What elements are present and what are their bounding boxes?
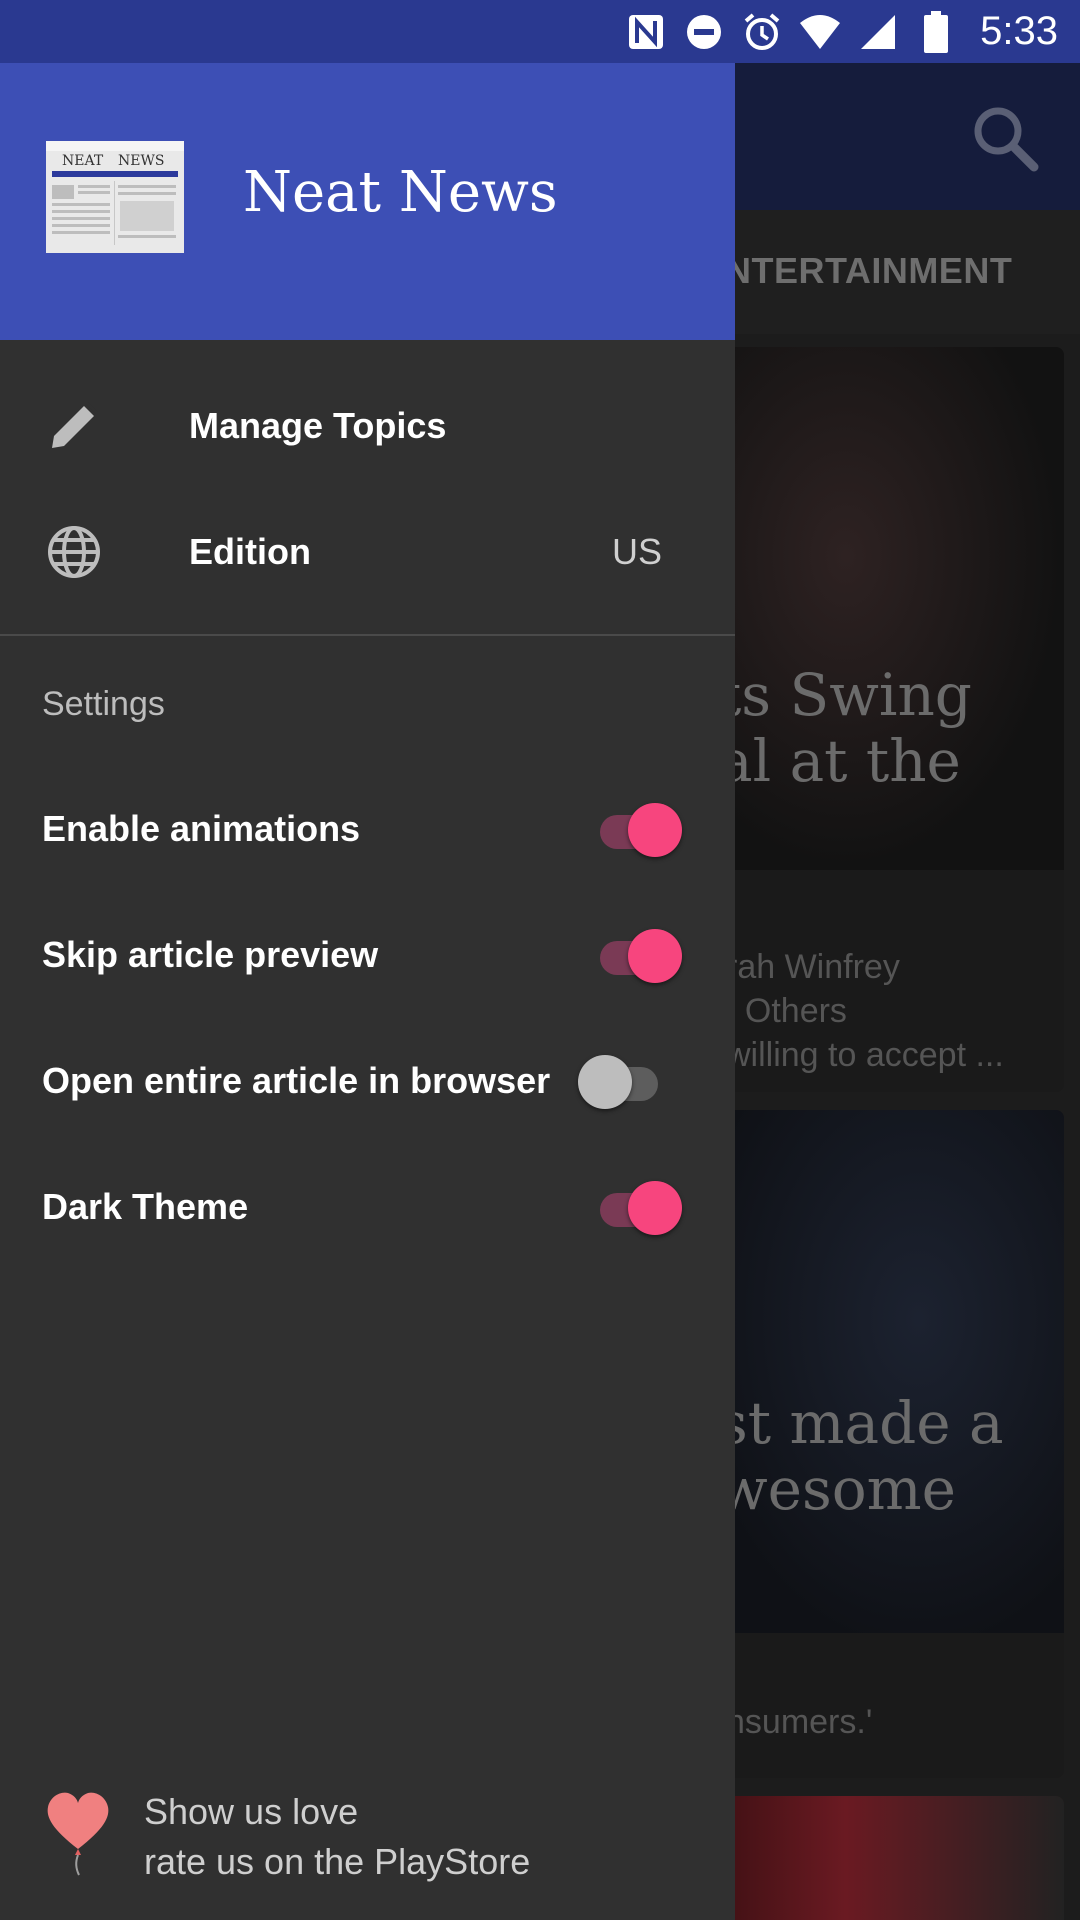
nfc-icon — [624, 10, 668, 54]
globe-icon — [44, 522, 104, 582]
card-image — [700, 1110, 1064, 1633]
alarm-icon — [740, 10, 784, 54]
dark-theme-toggle[interactable] — [592, 1179, 684, 1235]
card-headline: st made a wesome — [718, 1389, 1004, 1523]
news-card[interactable]: st made a wesome nsumers.' — [700, 1110, 1064, 1778]
setting-open-in-browser[interactable]: Open entire article in browser — [0, 1018, 735, 1144]
svg-text:NEAT: NEAT — [62, 153, 104, 169]
status-bar: 5:33 — [0, 0, 1080, 63]
svg-text:NEWS: NEWS — [118, 153, 164, 169]
edition-value: US — [611, 531, 662, 572]
navigation-drawer: NEAT NEWS Neat News Manage Topics Editio… — [0, 63, 735, 1920]
card-snippet: rah Winfrey . Others willing to accept .… — [726, 948, 1004, 1074]
nav-item-manage-topics[interactable]: Manage Topics — [0, 363, 735, 489]
do-not-disturb-icon — [682, 10, 726, 54]
setting-label: Skip article preview — [42, 934, 379, 975]
setting-dark-theme[interactable]: Dark Theme — [0, 1144, 735, 1270]
tab-entertainment[interactable]: NTERTAINMENT — [725, 250, 1012, 292]
rate-us-prompt[interactable]: Show us love rate us on the PlayStore — [0, 1763, 735, 1903]
setting-label: Dark Theme — [42, 1186, 249, 1227]
setting-label: Enable animations — [42, 808, 361, 849]
pencil-icon — [44, 396, 104, 456]
enable-animations-toggle[interactable] — [592, 801, 684, 857]
wifi-icon — [798, 10, 842, 54]
setting-skip-article-preview[interactable]: Skip article preview — [0, 892, 735, 1018]
nav-item-label: Edition — [189, 531, 311, 572]
card-snippet: nsumers.' — [726, 1703, 873, 1741]
search-icon[interactable] — [970, 103, 1040, 173]
battery-icon — [914, 10, 958, 54]
setting-label: Open entire article in browser — [42, 1060, 551, 1101]
skip-article-preview-toggle[interactable] — [592, 927, 684, 983]
card-image — [700, 1796, 1064, 1920]
love-line-1: Show us love — [144, 1791, 359, 1832]
card-headline: ts Swing al at the — [718, 661, 972, 795]
news-card[interactable]: ts Swing al at the rah Winfrey . Others … — [700, 347, 1064, 1092]
app-title: Neat News — [243, 160, 558, 225]
drawer-header: NEAT NEWS Neat News — [0, 63, 735, 340]
divider — [0, 634, 735, 636]
love-line-2: rate us on the PlayStore — [144, 1841, 531, 1882]
setting-enable-animations[interactable]: Enable animations — [0, 766, 735, 892]
newspaper-logo-icon: NEAT NEWS — [44, 137, 186, 255]
signal-icon — [856, 10, 900, 54]
open-in-browser-toggle[interactable] — [578, 1053, 670, 1109]
nav-item-edition[interactable]: Edition US — [0, 489, 735, 615]
settings-section-title: Settings — [42, 685, 165, 723]
heart-balloon-icon — [42, 1787, 114, 1877]
news-card[interactable] — [700, 1796, 1064, 1920]
nav-item-label: Manage Topics — [189, 405, 447, 446]
clock: 5:33 — [980, 9, 1058, 53]
